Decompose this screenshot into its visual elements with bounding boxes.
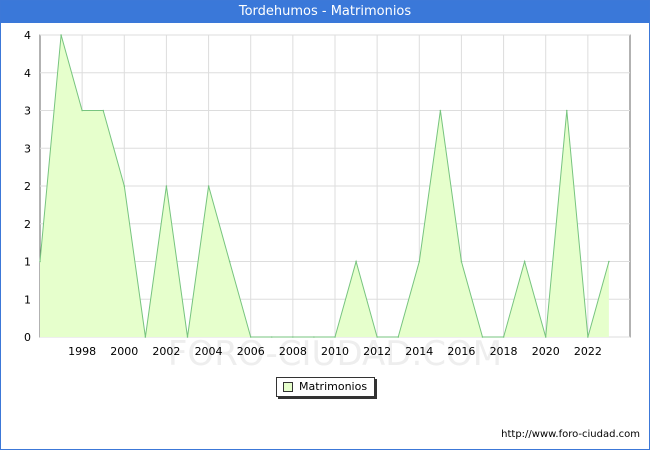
- y-tick-label: 0: [24, 331, 31, 344]
- data-point-2018: [502, 336, 505, 338]
- y-tick-label: 1: [24, 256, 31, 269]
- data-point-2013: [397, 336, 400, 338]
- x-axis-ticks: 1998 2000 2002 2004 2006 2008 2010 2012 2014 2016…: [68, 345, 602, 358]
- data-point-2005: [228, 260, 231, 263]
- data-point-2016: [460, 260, 463, 263]
- data-point-2014: [418, 260, 421, 263]
- x-tick-label: 2020: [532, 345, 560, 358]
- data-point-2012: [376, 336, 378, 338]
- data-point-2019: [523, 260, 526, 263]
- y-tick-label: 3: [24, 105, 31, 118]
- data-point-2022: [587, 336, 589, 338]
- x-tick-label: 2016: [447, 345, 475, 358]
- data-point-2017: [481, 336, 484, 338]
- y-tick-label: 2: [24, 218, 31, 231]
- data-point-2004: [207, 185, 210, 187]
- y-tick-label: 3: [24, 142, 31, 155]
- data-point-1998: [81, 109, 83, 112]
- data-point-1997: [60, 34, 62, 36]
- data-point-2003: [186, 336, 189, 338]
- data-point-2020: [544, 336, 547, 338]
- legend-label: Matrimonios: [299, 380, 368, 393]
- data-point-2000: [123, 185, 126, 187]
- y-tick-label: 4: [24, 67, 31, 80]
- data-point-2009: [313, 336, 315, 338]
- x-tick-label: 1998: [68, 345, 96, 358]
- data-point-2010: [334, 336, 336, 338]
- x-tick-label: 2002: [152, 345, 180, 358]
- x-tick-label: 2008: [279, 345, 307, 358]
- data-point-1996: [39, 260, 41, 263]
- y-tick-label: 1: [24, 293, 31, 306]
- data-point-1999: [102, 109, 105, 112]
- legend-swatch: [283, 382, 293, 392]
- data-point-2007: [270, 336, 273, 338]
- y-tick-label: 4: [24, 29, 31, 42]
- x-tick-label: 2004: [195, 345, 223, 358]
- y-axis-ticks: 0 1 1 2 2 3 3 4 4: [24, 29, 31, 344]
- x-tick-label: 2012: [363, 345, 391, 358]
- y-tick-label: 2: [24, 180, 31, 193]
- data-point-2008: [292, 336, 294, 338]
- data-point-2015: [439, 109, 442, 112]
- x-tick-label: 2010: [321, 345, 349, 358]
- x-tick-label: 2018: [490, 345, 518, 358]
- x-tick-label: 2022: [574, 345, 602, 358]
- x-tick-label: 2000: [110, 345, 138, 358]
- legend: Matrimonios: [276, 377, 375, 397]
- data-point-2023: [608, 260, 610, 263]
- x-tick-label: 2006: [237, 345, 265, 358]
- source-url: http://www.foro-ciudad.com: [501, 429, 640, 440]
- data-point-2002: [165, 185, 168, 187]
- data-point-2006: [249, 336, 252, 338]
- data-point-2021: [565, 109, 568, 112]
- data-point-2011: [355, 260, 357, 263]
- data-point-2001: [144, 336, 147, 338]
- x-tick-label: 2014: [405, 345, 433, 358]
